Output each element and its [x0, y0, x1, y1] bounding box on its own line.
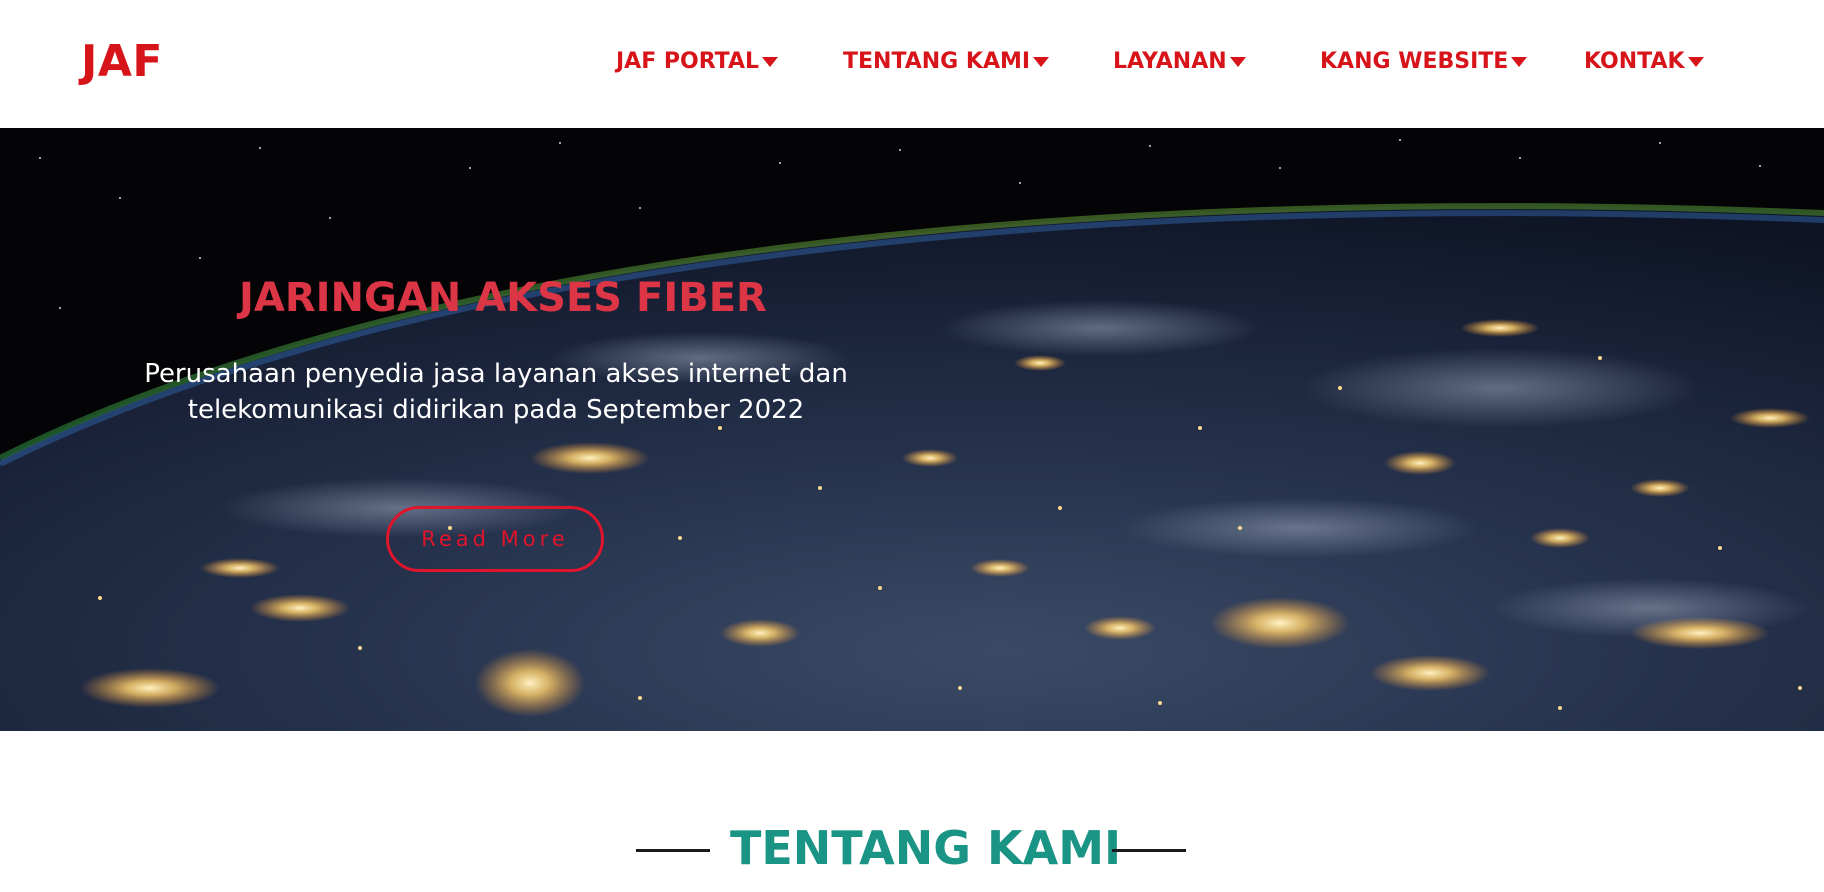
nav-item-layanan[interactable]: LAYANAN [1113, 46, 1246, 78]
site-header: JAF JAF PORTAL TENTANG KAMI LAYANAN KANG… [0, 0, 1824, 128]
nav-item-kang-website[interactable]: KANG WEBSITE [1320, 46, 1528, 78]
nav-label: KANG WEBSITE [1320, 49, 1509, 74]
divider-left [636, 849, 710, 852]
caret-down-icon [762, 57, 779, 67]
about-section-heading: TENTANG KAMI [0, 800, 1824, 880]
caret-down-icon [1033, 57, 1050, 67]
section-title: TENTANG KAMI [730, 821, 1122, 875]
hero-banner: JARINGAN AKSES FIBER Perusahaan penyedia… [0, 128, 1824, 731]
divider-right [1112, 849, 1186, 852]
hero-subtitle: Perusahaan penyedia jasa layanan akses i… [144, 359, 848, 425]
nav-item-kontak[interactable]: KONTAK [1584, 46, 1704, 78]
nav-label: JAF PORTAL [616, 49, 760, 74]
nav-label: KONTAK [1584, 49, 1685, 74]
earth-night-image [0, 128, 1824, 731]
caret-down-icon [1229, 57, 1246, 67]
nav-label: TENTANG KAMI [843, 49, 1031, 74]
nav-item-tentang-kami[interactable]: TENTANG KAMI [843, 46, 1050, 78]
nav-label: LAYANAN [1113, 49, 1227, 74]
hero-title: JARINGAN AKSES FIBER [239, 275, 767, 321]
caret-down-icon [1687, 57, 1704, 67]
nav-item-jaf-portal[interactable]: JAF PORTAL [616, 46, 779, 78]
caret-down-icon [1511, 57, 1528, 67]
site-logo[interactable]: JAF [81, 36, 163, 88]
read-more-button[interactable]: Read More [386, 506, 604, 572]
